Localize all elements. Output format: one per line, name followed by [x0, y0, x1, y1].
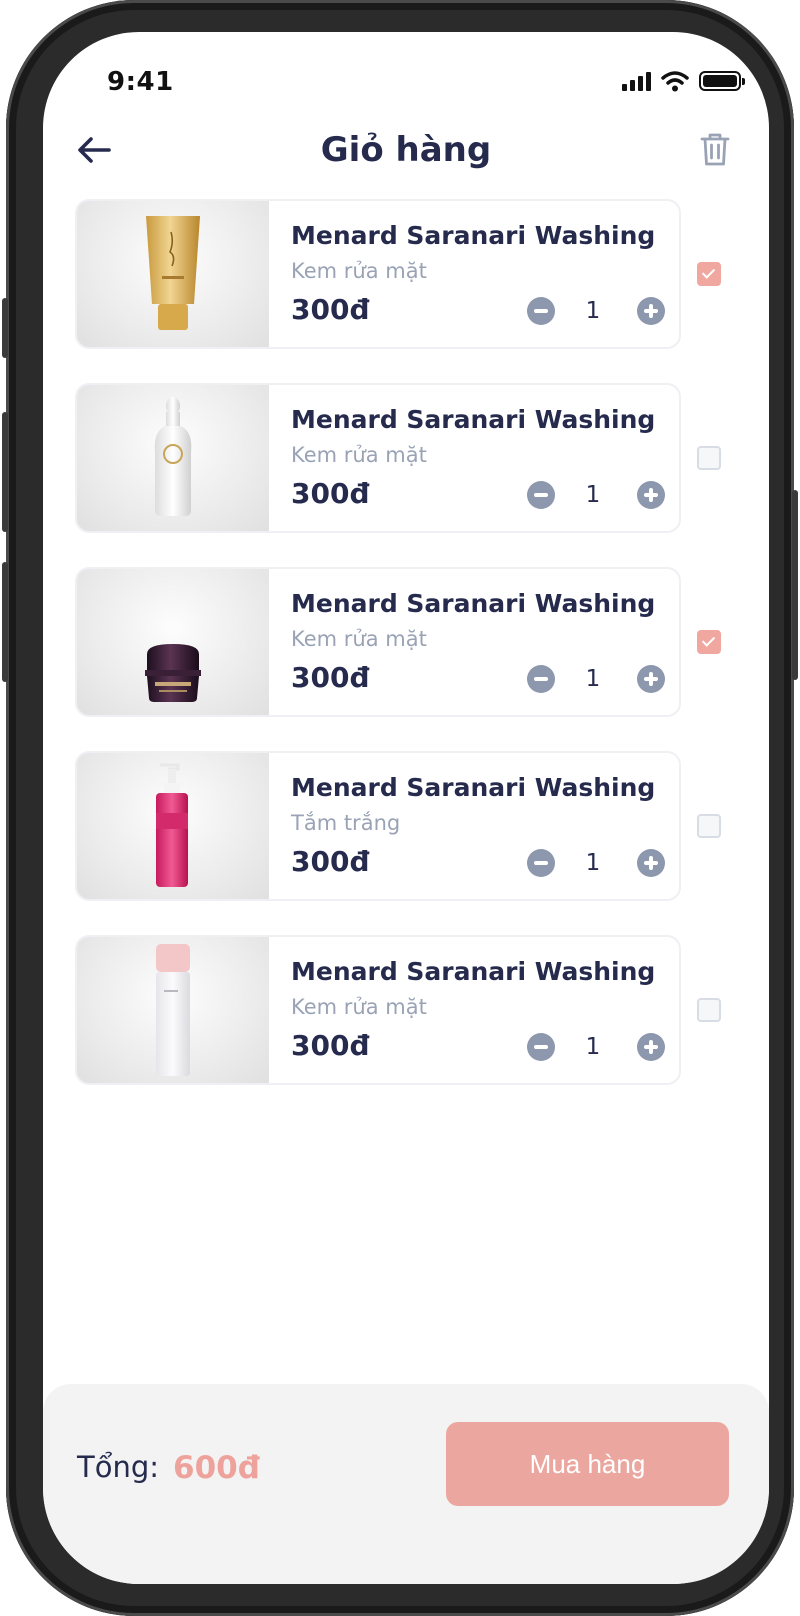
quantity-value: 1	[585, 298, 601, 324]
checkout-bar: Tổng: 600đ Mua hàng	[43, 1384, 769, 1584]
volume-up-button	[2, 412, 8, 532]
product-category: Kem rửa mặt	[291, 259, 427, 283]
decrease-quantity-button[interactable]	[527, 481, 555, 509]
status-time: 9:41	[107, 67, 174, 97]
product-image-clear-toner-bottle	[77, 937, 269, 1083]
product-price: 300đ	[291, 477, 370, 510]
item-select-checkbox[interactable]	[697, 814, 721, 838]
product-price: 300đ	[291, 845, 370, 878]
cart-list: Menard Saranari Washing Kem rửa mặt 300đ…	[75, 199, 735, 1119]
checkmark-icon	[701, 633, 716, 647]
volume-down-button	[2, 562, 8, 682]
cart-item: Menard Saranari Washing Kem rửa mặt 300đ…	[75, 567, 735, 717]
delete-button[interactable]	[695, 130, 735, 170]
decrease-quantity-button[interactable]	[527, 297, 555, 325]
decrease-quantity-button[interactable]	[527, 849, 555, 877]
increase-quantity-button[interactable]	[637, 849, 665, 877]
product-name: Menard Saranari Washing	[291, 405, 656, 434]
product-price: 300đ	[291, 1029, 370, 1062]
status-icons	[622, 70, 745, 92]
product-category: Tắm trắng	[291, 811, 401, 835]
quantity-stepper: 1	[525, 481, 665, 511]
total-label: Tổng:	[77, 1450, 160, 1484]
quantity-stepper: 1	[525, 1033, 665, 1063]
mute-switch	[2, 298, 8, 358]
trash-icon	[700, 133, 730, 166]
product-price: 300đ	[291, 661, 370, 694]
cellular-signal-icon	[622, 71, 651, 91]
cart-item-card[interactable]: Menard Saranari Washing Kem rửa mặt 300đ…	[75, 567, 681, 717]
power-button	[792, 490, 798, 680]
cart-item: Menard Saranari Washing Kem rửa mặt 300đ…	[75, 383, 735, 533]
product-category: Kem rửa mặt	[291, 995, 427, 1019]
cart-item-card[interactable]: Menard Saranari Washing Tắm trắng 300đ 1	[75, 751, 681, 901]
cart-item-card[interactable]: Menard Saranari Washing Kem rửa mặt 300đ…	[75, 199, 681, 349]
product-price: 300đ	[291, 293, 370, 326]
quantity-value: 1	[585, 482, 601, 508]
product-name: Menard Saranari Washing	[291, 773, 656, 802]
increase-quantity-button[interactable]	[637, 297, 665, 325]
wifi-icon	[661, 71, 689, 92]
product-name: Menard Saranari Washing	[291, 589, 656, 618]
phone-frame: 9:41 Giỏ hàng Menard Saranari Washing Ke…	[2, 0, 798, 1616]
item-select-checkbox[interactable]	[697, 630, 721, 654]
increase-quantity-button[interactable]	[637, 665, 665, 693]
product-category: Kem rửa mặt	[291, 443, 427, 467]
product-image-pink-pump-bottle	[77, 753, 269, 899]
screen: 9:41 Giỏ hàng Menard Saranari Washing Ke…	[43, 32, 769, 1584]
product-category: Kem rửa mặt	[291, 627, 427, 651]
product-image-gold-tube	[77, 201, 269, 347]
cart-item-card[interactable]: Menard Saranari Washing Kem rửa mặt 300đ…	[75, 935, 681, 1085]
quantity-value: 1	[585, 666, 601, 692]
cart-item: Menard Saranari Washing Kem rửa mặt 300đ…	[75, 935, 735, 1085]
quantity-stepper: 1	[525, 849, 665, 879]
quantity-value: 1	[585, 1034, 601, 1060]
cart-item: Menard Saranari Washing Kem rửa mặt 300đ…	[75, 199, 735, 349]
product-image-purple-jar	[77, 569, 269, 715]
product-name: Menard Saranari Washing	[291, 221, 656, 250]
quantity-stepper: 1	[525, 665, 665, 695]
quantity-stepper: 1	[525, 297, 665, 327]
product-image-white-bottle	[77, 385, 269, 531]
item-select-checkbox[interactable]	[697, 998, 721, 1022]
cart-item-card[interactable]: Menard Saranari Washing Kem rửa mặt 300đ…	[75, 383, 681, 533]
quantity-value: 1	[585, 850, 601, 876]
decrease-quantity-button[interactable]	[527, 1033, 555, 1061]
cart-item: Menard Saranari Washing Tắm trắng 300đ 1	[75, 751, 735, 901]
item-select-checkbox[interactable]	[697, 446, 721, 470]
item-select-checkbox[interactable]	[697, 262, 721, 286]
decrease-quantity-button[interactable]	[527, 665, 555, 693]
increase-quantity-button[interactable]	[637, 1033, 665, 1061]
page-title: Giỏ hàng	[320, 130, 492, 170]
buy-button[interactable]: Mua hàng	[446, 1422, 729, 1506]
increase-quantity-button[interactable]	[637, 481, 665, 509]
product-name: Menard Saranari Washing	[291, 957, 656, 986]
checkmark-icon	[701, 265, 716, 279]
total-value: 600đ	[173, 1450, 260, 1486]
battery-icon	[699, 71, 745, 91]
